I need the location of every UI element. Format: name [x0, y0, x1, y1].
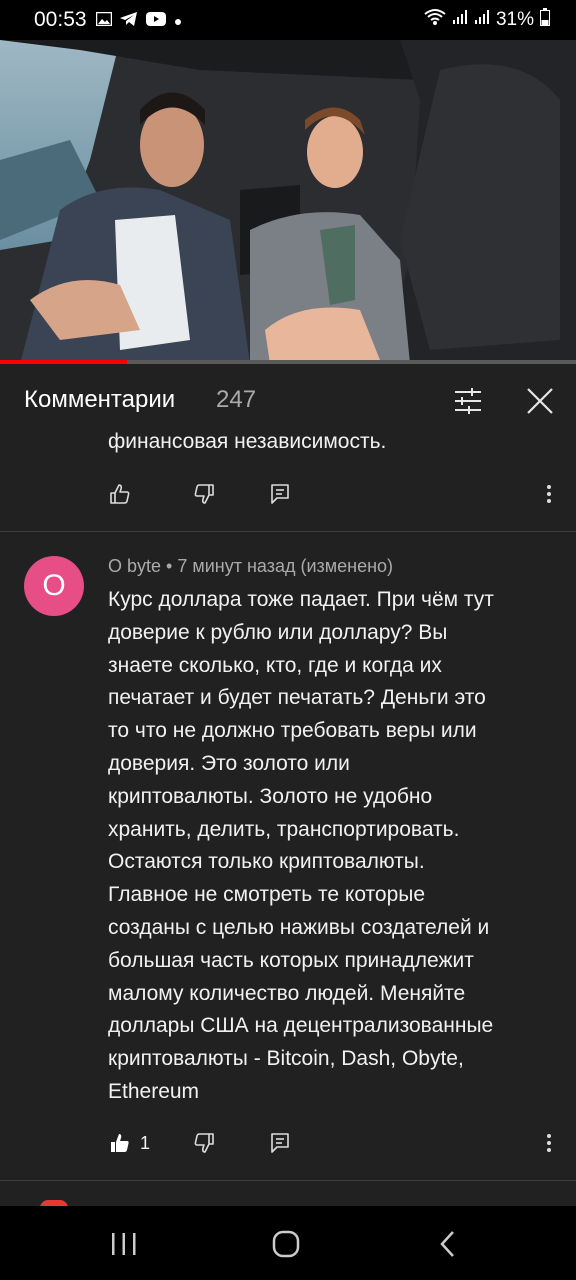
video-player[interactable]	[0, 40, 576, 364]
status-time: 00:53	[34, 8, 87, 31]
telegram-icon	[120, 12, 138, 31]
recent-apps-icon[interactable]	[108, 1230, 140, 1263]
comment-actions	[0, 1125, 576, 1165]
comment-meta: O byte • 7 минут назад (изменено)	[108, 556, 394, 576]
dislike-icon[interactable]	[186, 476, 222, 512]
more-vert-icon[interactable]	[531, 1125, 567, 1161]
comment-text: Курс доллара тоже падает. При чём тут до…	[108, 588, 494, 1103]
battery-text: 31%	[495, 9, 534, 30]
like-filled-icon[interactable]	[102, 1125, 138, 1161]
signal-icon-2	[474, 9, 490, 31]
gallery-icon	[95, 11, 113, 31]
filter-icon[interactable]	[452, 385, 484, 417]
close-icon[interactable]	[524, 385, 556, 417]
reply-icon[interactable]	[262, 1125, 298, 1161]
video-frame	[0, 40, 576, 364]
more-vert-icon[interactable]	[531, 476, 567, 512]
like-icon[interactable]	[102, 476, 138, 512]
avatar[interactable]: O	[24, 556, 84, 616]
signal-icon	[452, 9, 468, 31]
home-icon[interactable]	[270, 1228, 302, 1265]
like-count: 1	[140, 1133, 151, 1153]
previous-comment-actions	[0, 476, 576, 516]
comment-divider	[0, 1180, 576, 1181]
wifi-icon	[424, 8, 446, 32]
comments-header: Комментарии 247	[0, 364, 576, 438]
youtube-icon	[146, 12, 166, 31]
previous-comment-text: финансовая независимость.	[108, 430, 387, 453]
comment-divider	[0, 531, 576, 532]
status-bar: 00:53 31%	[0, 0, 576, 40]
reply-icon[interactable]	[262, 476, 298, 512]
battery-icon	[540, 8, 550, 32]
comments-count: 247	[216, 386, 257, 413]
navigation-bar	[0, 1206, 576, 1280]
dot-icon	[174, 13, 182, 31]
back-icon[interactable]	[434, 1228, 462, 1265]
comments-title: Комментарии	[24, 386, 176, 413]
dislike-icon[interactable]	[186, 1125, 222, 1161]
